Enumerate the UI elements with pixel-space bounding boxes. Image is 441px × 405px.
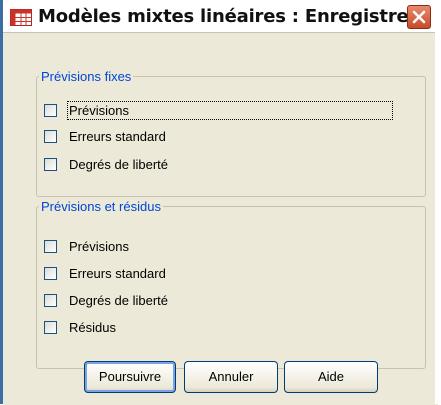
fixed-standard-errors-checkbox[interactable] xyxy=(44,129,57,143)
title-bar[interactable]: Modèles mixtes linéaires : Enregistrer xyxy=(3,0,438,32)
help-button[interactable]: Aide xyxy=(284,361,378,393)
degrees-freedom-checkbox[interactable] xyxy=(44,293,57,307)
fixed-degrees-freedom-label[interactable]: Degrés de liberté xyxy=(69,157,168,172)
standard-errors-checkbox[interactable] xyxy=(44,266,57,280)
button-row: Poursuivre Annuler Aide xyxy=(3,361,438,397)
predictions-checkbox-row[interactable]: Prévisions xyxy=(44,236,129,256)
residuals-checkbox[interactable] xyxy=(44,320,57,334)
dialog-body: Prévisions fixes Prévisions Erreurs stan… xyxy=(3,32,438,405)
window-title: Modèles mixtes linéaires : Enregistrer xyxy=(38,6,418,27)
predictions-residuals-group: Prévisions et résidus Prévisions Erreurs… xyxy=(36,199,426,369)
degrees-freedom-label[interactable]: Degrés de liberté xyxy=(69,293,168,308)
fixed-predictions-label[interactable]: Prévisions xyxy=(67,100,393,120)
continue-button[interactable]: Poursuivre xyxy=(84,361,176,393)
fixed-degrees-freedom-checkbox-row[interactable]: Degrés de liberté xyxy=(44,154,168,174)
cancel-button[interactable]: Annuler xyxy=(184,361,278,393)
residuals-checkbox-row[interactable]: Résidus xyxy=(44,317,116,337)
table-grid-icon xyxy=(10,9,32,26)
fixed-predictions-group: Prévisions fixes Prévisions Erreurs stan… xyxy=(36,69,426,197)
standard-errors-label[interactable]: Erreurs standard xyxy=(69,266,166,281)
save-dialog: Modèles mixtes linéaires : Enregistrer P… xyxy=(0,0,441,405)
predictions-label[interactable]: Prévisions xyxy=(69,239,129,254)
predictions-checkbox[interactable] xyxy=(44,239,57,253)
fixed-standard-errors-checkbox-row[interactable]: Erreurs standard xyxy=(44,126,166,146)
predictions-residuals-legend: Prévisions et résidus xyxy=(41,199,161,214)
close-button[interactable] xyxy=(407,5,431,29)
fixed-predictions-legend: Prévisions fixes xyxy=(41,69,132,84)
fixed-predictions-checkbox-row[interactable]: Prévisions xyxy=(44,100,393,120)
standard-errors-checkbox-row[interactable]: Erreurs standard xyxy=(44,263,166,283)
fixed-standard-errors-label[interactable]: Erreurs standard xyxy=(69,129,166,144)
background-strip xyxy=(435,0,441,404)
residuals-label[interactable]: Résidus xyxy=(69,320,116,335)
degrees-freedom-checkbox-row[interactable]: Degrés de liberté xyxy=(44,290,168,310)
fixed-degrees-freedom-checkbox[interactable] xyxy=(44,157,57,171)
fixed-predictions-checkbox[interactable] xyxy=(44,103,57,117)
